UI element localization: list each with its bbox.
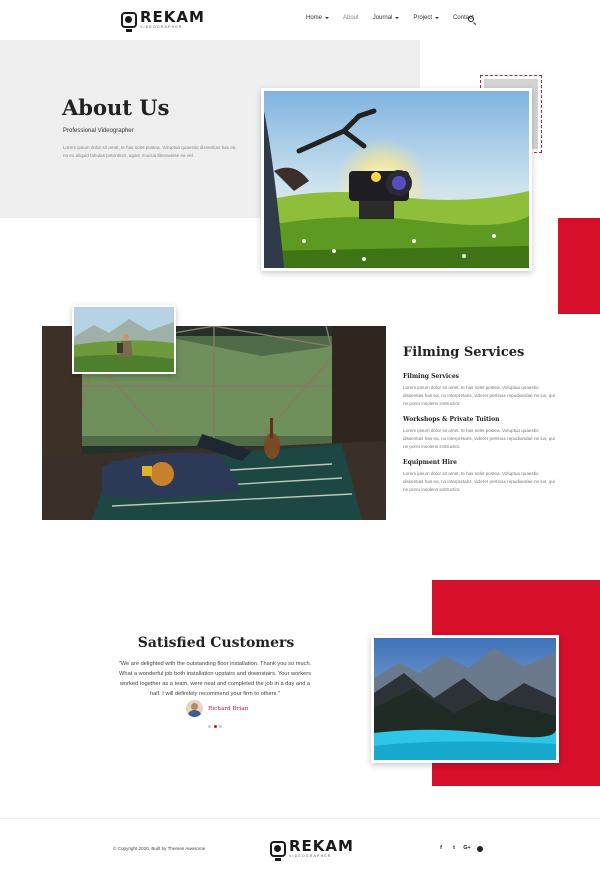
google-plus-icon[interactable]: G+ [462,845,472,852]
chevron-down-icon [435,17,440,19]
brand-name: REKAM [140,8,205,27]
service-text: Lorem ipsum dolor sit amet, te has solet… [403,428,555,450]
pinterest-icon[interactable] [477,845,483,852]
nav-item-journal[interactable]: Journal [373,15,400,21]
hiker-photo [72,305,176,374]
facebook-icon[interactable]: f [436,845,446,852]
gimbal-camera-photo [261,88,532,271]
service-item: Workshops & Private Tuition Lorem ipsum … [403,416,555,451]
service-text: Lorem ipsum dolor sit amet, te has solet… [403,471,555,493]
nav-label: Home [306,15,323,21]
avatar-head [191,703,198,710]
nav-label: Project [413,15,433,21]
twitter-icon[interactable]: t [449,845,459,852]
service-heading: Equipment Hire [403,459,457,466]
testimonial-quote: "We are delighted with the outstanding f… [118,661,312,697]
footer-logo[interactable]: REKAM VIDEOGRAPHER [270,837,354,861]
camera-logo-icon [270,841,286,861]
service-heading: Workshops & Private Tuition [403,416,500,423]
social-links: f t G+ [436,845,486,852]
carousel-dot[interactable] [208,725,211,728]
carousel-dot[interactable] [219,725,222,728]
avatar [186,700,203,717]
site-header: REKAM VIDEOGRAPHER Home About Journal Pr… [0,0,600,40]
carousel-dots [208,725,225,728]
avatar-body [188,710,201,717]
camera-logo-icon [121,12,137,32]
main-nav: Home About Journal Project Contact [306,15,488,21]
testimonial-author: Richard Brian [208,706,249,712]
testimonials-title: Satisfied Customers [137,635,295,651]
service-item: Equipment Hire Lorem ipsum dolor sit ame… [403,459,555,494]
page-title: About Us [62,95,170,120]
about-subtitle: Professional Videographer [63,128,134,134]
decorative-red-block [558,218,600,314]
service-text: Lorem ipsum dolor sit amet, te has solet… [403,385,555,407]
brand-tagline: VIDEOGRAPHER [140,25,183,30]
nav-label: About [343,15,359,21]
brand-logo[interactable]: REKAM VIDEOGRAPHER [121,8,205,32]
about-description: Lorem ipsum dolor sit amet, te has solet… [63,145,237,158]
brand-name: REKAM [289,837,354,856]
nav-item-project[interactable]: Project [413,15,440,21]
carousel-dot-active[interactable] [213,725,217,728]
brand-tagline: VIDEOGRAPHER [289,854,332,859]
search-icon[interactable] [468,16,474,22]
service-heading: Filming Services [403,373,460,380]
nav-label: Journal [372,15,393,21]
mountain-lake-photo [371,635,559,763]
footer-divider [0,818,600,819]
service-item: Filming Services Lorem ipsum dolor sit a… [403,373,555,408]
chevron-down-icon [325,17,330,19]
services-title: Filming Services [403,345,525,360]
nav-item-home[interactable]: Home [306,15,330,21]
chevron-down-icon [395,17,400,19]
copyright-text: © Copyright 2020, Built by Themes Awesom… [113,846,206,851]
nav-item-about[interactable]: About [343,15,359,21]
